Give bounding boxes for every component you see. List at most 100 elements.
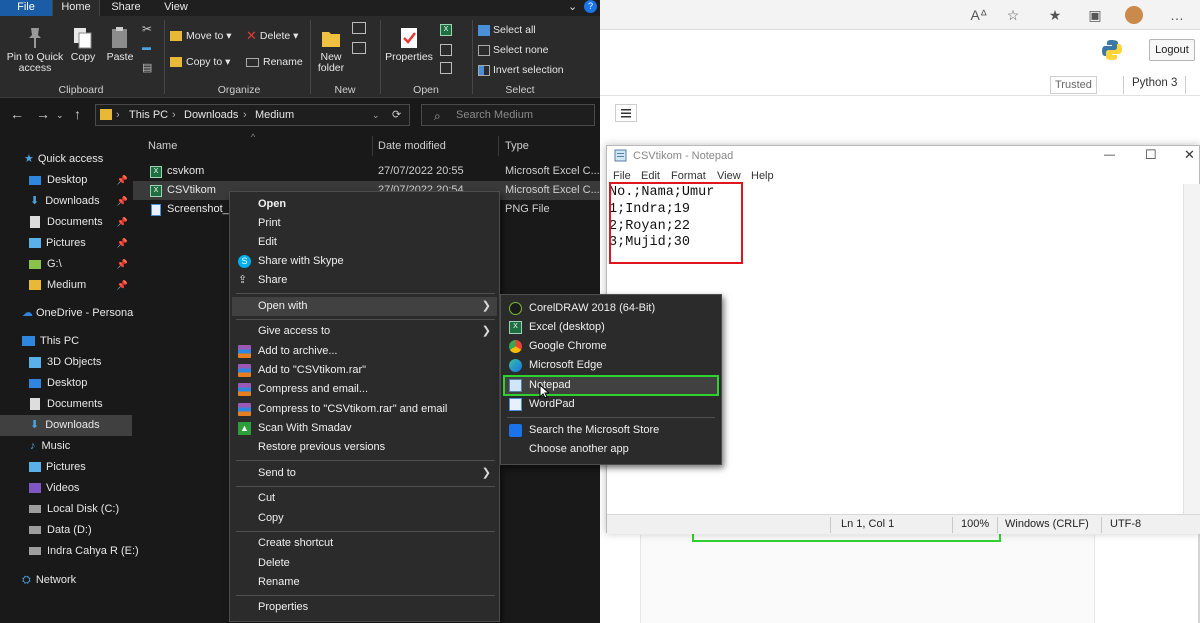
- logout-button[interactable]: Logout: [1149, 39, 1195, 61]
- menu-open-with[interactable]: Open with ❯: [232, 297, 497, 316]
- easy-access-icon[interactable]: [352, 42, 366, 54]
- menu-give-access[interactable]: Give access to ❯: [232, 322, 497, 341]
- tab-file[interactable]: File: [0, 0, 52, 16]
- menu-add-rar[interactable]: Add to "CSVtikom.rar": [232, 361, 497, 380]
- nav-onedrive[interactable]: ☁ OneDrive - Persona: [0, 303, 133, 324]
- collections-icon[interactable]: ▣: [1086, 6, 1104, 24]
- nav-videos[interactable]: Videos: [0, 478, 132, 499]
- breadcrumb-this-pc[interactable]: This PC: [129, 105, 168, 125]
- paste-button[interactable]: Paste: [104, 26, 136, 63]
- menu-add-archive[interactable]: Add to archive...: [232, 342, 497, 361]
- copy-button[interactable]: Copy: [68, 26, 98, 63]
- favorite-add-icon[interactable]: ☆: [1004, 6, 1022, 24]
- nav-3d-objects[interactable]: 3D Objects: [0, 352, 132, 373]
- menu-compress-rar-email[interactable]: Compress to "CSVtikom.rar" and email: [232, 400, 497, 419]
- menu-cut[interactable]: Cut: [232, 489, 497, 508]
- nav-drive-e[interactable]: Indra Cahya R (E:): [0, 541, 139, 562]
- nav-desktop[interactable]: Desktop 📌: [0, 170, 132, 191]
- menu-properties[interactable]: Properties: [232, 598, 497, 617]
- tab-home[interactable]: Home: [52, 0, 100, 16]
- tab-view[interactable]: View: [152, 0, 200, 16]
- nav-pc-downloads[interactable]: ⬇ Downloads: [0, 415, 132, 436]
- breadcrumb-downloads[interactable]: Downloads: [184, 105, 238, 125]
- select-none-button[interactable]: Select none: [478, 42, 548, 58]
- app-edge[interactable]: Microsoft Edge: [503, 356, 719, 375]
- up-icon[interactable]: ↑: [74, 106, 81, 122]
- menu-print[interactable]: Print: [232, 214, 497, 233]
- menu-share-skype[interactable]: S Share with Skype: [232, 252, 497, 271]
- avatar[interactable]: [1125, 6, 1143, 24]
- trusted-badge[interactable]: Trusted: [1050, 76, 1097, 94]
- properties-button[interactable]: Properties: [384, 26, 434, 63]
- menu-copy[interactable]: Copy: [232, 509, 497, 528]
- cell-type-button[interactable]: [615, 104, 637, 122]
- back-icon[interactable]: ←: [10, 106, 24, 122]
- nav-downloads[interactable]: ⬇ Downloads 📌: [0, 191, 132, 212]
- copy-to-button[interactable]: Copy to ▾: [170, 54, 230, 70]
- minimize-button[interactable]: —: [1104, 146, 1115, 164]
- new-folder-button[interactable]: New folder: [314, 26, 348, 74]
- column-date[interactable]: Date modified: [378, 134, 446, 158]
- new-item-icon[interactable]: [352, 22, 366, 34]
- history-icon[interactable]: [440, 62, 452, 74]
- nav-pc-documents[interactable]: Documents: [0, 394, 132, 415]
- app-chrome[interactable]: Google Chrome: [503, 337, 719, 356]
- chevron-down-icon[interactable]: ⌄: [372, 105, 380, 125]
- nav-network[interactable]: ⛭ Network: [0, 570, 132, 591]
- forward-icon[interactable]: →: [36, 106, 50, 122]
- nav-pc-pictures[interactable]: Pictures: [0, 457, 132, 478]
- search-input[interactable]: Search Medium: [421, 104, 595, 126]
- search-store[interactable]: Search the Microsoft Store: [503, 421, 719, 440]
- copy-path-icon[interactable]: ▬: [142, 42, 151, 52]
- paste-shortcut-icon[interactable]: ▤: [142, 61, 152, 74]
- menu-share[interactable]: ⇪ Share: [232, 271, 497, 290]
- delete-button[interactable]: ✕ Delete ▾: [246, 28, 298, 44]
- refresh-icon[interactable]: ⟳: [392, 105, 401, 125]
- divider[interactable]: [372, 136, 373, 156]
- nav-local-disk-c[interactable]: Local Disk (C:): [0, 499, 132, 520]
- nav-medium[interactable]: Medium 📌: [0, 275, 132, 296]
- rename-button[interactable]: Rename: [246, 54, 303, 70]
- tab-share[interactable]: Share: [102, 0, 150, 16]
- menu-rename[interactable]: Rename: [232, 573, 497, 592]
- read-aloud-icon[interactable]: Aᐞ: [970, 6, 988, 24]
- help-icon[interactable]: ?: [584, 0, 597, 13]
- breadcrumb-medium[interactable]: Medium: [255, 105, 294, 125]
- nav-quick-access[interactable]: ★ Quick access: [0, 149, 132, 170]
- invert-selection-button[interactable]: Invert selection: [478, 62, 564, 78]
- menu-help[interactable]: Help: [751, 168, 774, 184]
- menu-delete[interactable]: Delete: [232, 554, 497, 573]
- nav-documents[interactable]: Documents 📌: [0, 212, 132, 233]
- nav-this-pc[interactable]: This PC: [0, 331, 132, 352]
- recent-chevron-icon[interactable]: ⌄: [56, 110, 64, 121]
- more-icon[interactable]: …: [1168, 6, 1186, 24]
- nav-music[interactable]: ♪ Music: [0, 436, 132, 457]
- cut-icon[interactable]: ✂: [142, 22, 152, 36]
- menu-open[interactable]: Open: [232, 195, 497, 214]
- choose-another-app[interactable]: Choose another app: [503, 440, 719, 459]
- menu-compress-email[interactable]: Compress and email...: [232, 380, 497, 399]
- close-button[interactable]: ✕: [1184, 146, 1195, 164]
- move-to-button[interactable]: Move to ▾: [170, 28, 232, 44]
- nav-pictures[interactable]: Pictures 📌: [0, 233, 132, 254]
- maximize-button[interactable]: ☐: [1145, 146, 1157, 164]
- file-row[interactable]: X csvkom 27/07/2022 20:55 Microsoft Exce…: [133, 162, 600, 181]
- menu-create-shortcut[interactable]: Create shortcut: [232, 534, 497, 553]
- nav-data-d[interactable]: Data (D:): [0, 520, 132, 541]
- scrollbar[interactable]: [1183, 184, 1200, 514]
- pin-quick-access-button[interactable]: Pin to Quick access: [4, 26, 66, 74]
- breadcrumb[interactable]: › This PC › Downloads › Medium ⌄ ⟳: [95, 104, 410, 126]
- divider[interactable]: [498, 136, 499, 156]
- app-wordpad[interactable]: WordPad: [503, 395, 719, 414]
- menu-restore-versions[interactable]: Restore previous versions: [232, 438, 497, 457]
- menu-send-to[interactable]: Send to ❯: [232, 464, 497, 483]
- menu-edit[interactable]: Edit: [232, 233, 497, 252]
- edit-icon[interactable]: [440, 44, 452, 56]
- nav-drive-g[interactable]: G:\ 📌: [0, 254, 132, 275]
- menu-scan-smadav[interactable]: ▲ Scan With Smadav: [232, 419, 497, 438]
- app-excel[interactable]: X Excel (desktop): [503, 318, 719, 337]
- favorites-icon[interactable]: ★: [1046, 6, 1064, 24]
- nav-pc-desktop[interactable]: Desktop: [0, 373, 132, 394]
- chevron-down-icon[interactable]: ⌄: [568, 0, 577, 13]
- column-name[interactable]: Name: [148, 134, 177, 158]
